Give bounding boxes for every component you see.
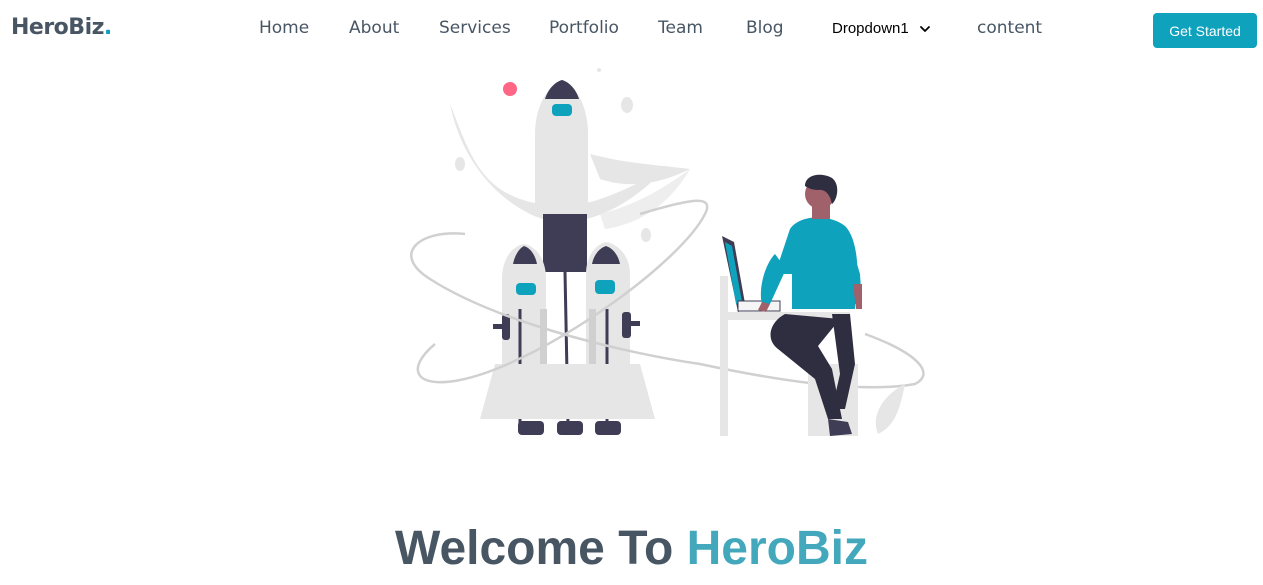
nav-item-home[interactable]: Home bbox=[259, 18, 309, 38]
rocket-fin bbox=[493, 324, 503, 329]
nav-item-portfolio[interactable]: Portfolio bbox=[549, 18, 619, 38]
logo-dot: . bbox=[103, 15, 112, 40]
plant-leaf bbox=[875, 384, 905, 434]
nav-item-blog[interactable]: Blog bbox=[746, 18, 784, 38]
rocket-fin bbox=[630, 321, 640, 326]
logo-text: HeroBiz bbox=[11, 15, 104, 40]
dot bbox=[597, 68, 601, 72]
rocket-fin bbox=[502, 314, 510, 340]
site-header: HeroBiz. Home About Services Portfolio T… bbox=[0, 0, 1263, 62]
nav-item-team[interactable]: Team bbox=[658, 18, 703, 38]
nav-item-about[interactable]: About bbox=[349, 18, 399, 38]
dot bbox=[621, 97, 633, 113]
site-logo[interactable]: HeroBiz. bbox=[11, 15, 112, 40]
dot bbox=[641, 228, 651, 242]
desk-leg bbox=[720, 276, 728, 436]
launch-base bbox=[480, 364, 655, 419]
rocket-foot bbox=[518, 421, 544, 435]
rocket-foot bbox=[557, 421, 583, 435]
smoke-cloud bbox=[590, 154, 690, 185]
hero-title: Welcome To HeroBiz bbox=[0, 519, 1263, 579]
rocket-body-dark bbox=[543, 214, 587, 272]
nav-dropdown[interactable]: Dropdown1 bbox=[832, 20, 931, 37]
rocket-window bbox=[552, 104, 572, 116]
nav-item-content[interactable]: content bbox=[977, 18, 1042, 38]
hero-title-prefix: Welcome To bbox=[395, 522, 674, 575]
hero-title-brand: HeroBiz bbox=[686, 522, 868, 575]
dot bbox=[455, 157, 465, 171]
rocket-fin bbox=[622, 312, 631, 338]
get-started-button[interactable]: Get Started bbox=[1153, 13, 1257, 48]
hero-illustration bbox=[410, 68, 925, 436]
rocket-foot bbox=[595, 421, 621, 435]
nav-dropdown-label: Dropdown1 bbox=[832, 20, 909, 37]
rocket-window bbox=[516, 283, 536, 295]
center-rocket bbox=[535, 80, 588, 214]
rocket-window bbox=[595, 280, 615, 294]
nav-item-services[interactable]: Services bbox=[439, 18, 511, 38]
person-shirt bbox=[775, 217, 858, 309]
chevron-down-icon bbox=[919, 25, 930, 32]
rocket-nose bbox=[545, 80, 579, 99]
pink-planet bbox=[503, 82, 517, 96]
